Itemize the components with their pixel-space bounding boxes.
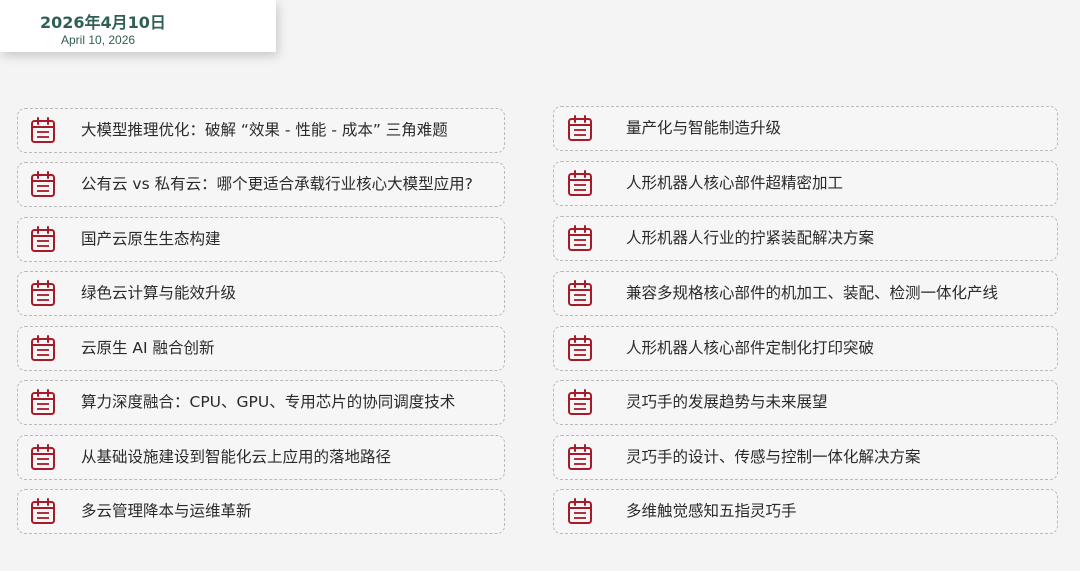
agenda-item-label: 人形机器人核心部件定制化打印突破 — [626, 339, 875, 357]
agenda-item-label: 人形机器人核心部件超精密加工 — [626, 174, 844, 192]
calendar-icon — [31, 498, 55, 524]
agenda-item: 从基础设施建设到智能化云上应用的落地路径 — [17, 435, 505, 480]
calendar-icon — [31, 280, 55, 306]
calendar-icon — [31, 389, 55, 415]
agenda-item-label: 灵巧手的设计、传感与控制一体化解决方案 — [626, 448, 921, 466]
calendar-icon — [31, 226, 55, 252]
agenda-item: 人形机器人行业的拧紧装配解决方案 — [553, 216, 1058, 261]
date-title: 2026年4月10日 — [40, 13, 166, 32]
agenda-item: 灵巧手的设计、传感与控制一体化解决方案 — [553, 435, 1058, 480]
agenda-item: 公有云 vs 私有云：哪个更适合承载行业核心大模型应用? — [17, 162, 505, 207]
agenda-item-label: 灵巧手的发展趋势与未来展望 — [626, 393, 828, 411]
agenda-item: 灵巧手的发展趋势与未来展望 — [553, 380, 1058, 425]
agenda-item: 国产云原生生态构建 — [17, 217, 505, 262]
calendar-icon — [568, 444, 592, 470]
agenda-item: 兼容多规格核心部件的机加工、装配、检测一体化产线 — [553, 271, 1058, 316]
agenda-item: 云原生 AI 融合创新 — [17, 326, 505, 371]
agenda-item-label: 国产云原生生态构建 — [81, 230, 221, 248]
agenda-item-label: 量产化与智能制造升级 — [626, 119, 782, 137]
date-header: 2026年4月10日 April 10, 2026 — [0, 0, 276, 52]
agenda-item-label: 人形机器人行业的拧紧装配解决方案 — [626, 229, 875, 247]
agenda-item: 人形机器人核心部件定制化打印突破 — [553, 326, 1058, 371]
agenda-item-label: 公有云 vs 私有云：哪个更适合承载行业核心大模型应用? — [81, 175, 473, 193]
calendar-icon — [568, 389, 592, 415]
agenda-item: 人形机器人核心部件超精密加工 — [553, 161, 1058, 206]
calendar-icon — [31, 171, 55, 197]
calendar-icon — [31, 335, 55, 361]
agenda-item: 多维触觉感知五指灵巧手 — [553, 489, 1058, 534]
calendar-icon — [568, 498, 592, 524]
agenda-item: 量产化与智能制造升级 — [553, 106, 1058, 151]
calendar-icon — [568, 170, 592, 196]
agenda-item: 绿色云计算与能效升级 — [17, 271, 505, 316]
agenda-item: 大模型推理优化：破解 “效果 - 性能 - 成本” 三角难题 — [17, 108, 505, 153]
agenda-item: 多云管理降本与运维革新 — [17, 489, 505, 534]
agenda-item-label: 算力深度融合：CPU、GPU、专用芯片的协同调度技术 — [81, 393, 456, 411]
agenda-item-label: 多云管理降本与运维革新 — [81, 502, 252, 520]
agenda-item: 算力深度融合：CPU、GPU、专用芯片的协同调度技术 — [17, 380, 505, 425]
calendar-icon — [568, 115, 592, 141]
agenda-item-label: 大模型推理优化：破解 “效果 - 性能 - 成本” 三角难题 — [81, 121, 448, 139]
agenda-item-label: 绿色云计算与能效升级 — [81, 284, 237, 302]
date-subtitle: April 10, 2026 — [61, 33, 136, 47]
agenda-item-label: 从基础设施建设到智能化云上应用的落地路径 — [81, 448, 392, 466]
calendar-icon — [568, 225, 592, 251]
calendar-icon — [31, 444, 55, 470]
calendar-icon — [568, 335, 592, 361]
calendar-icon — [568, 280, 592, 306]
agenda-item-label: 云原生 AI 融合创新 — [81, 339, 215, 357]
calendar-icon — [31, 117, 55, 143]
agenda-item-label: 多维触觉感知五指灵巧手 — [626, 502, 797, 520]
agenda-item-label: 兼容多规格核心部件的机加工、装配、检测一体化产线 — [626, 284, 999, 302]
